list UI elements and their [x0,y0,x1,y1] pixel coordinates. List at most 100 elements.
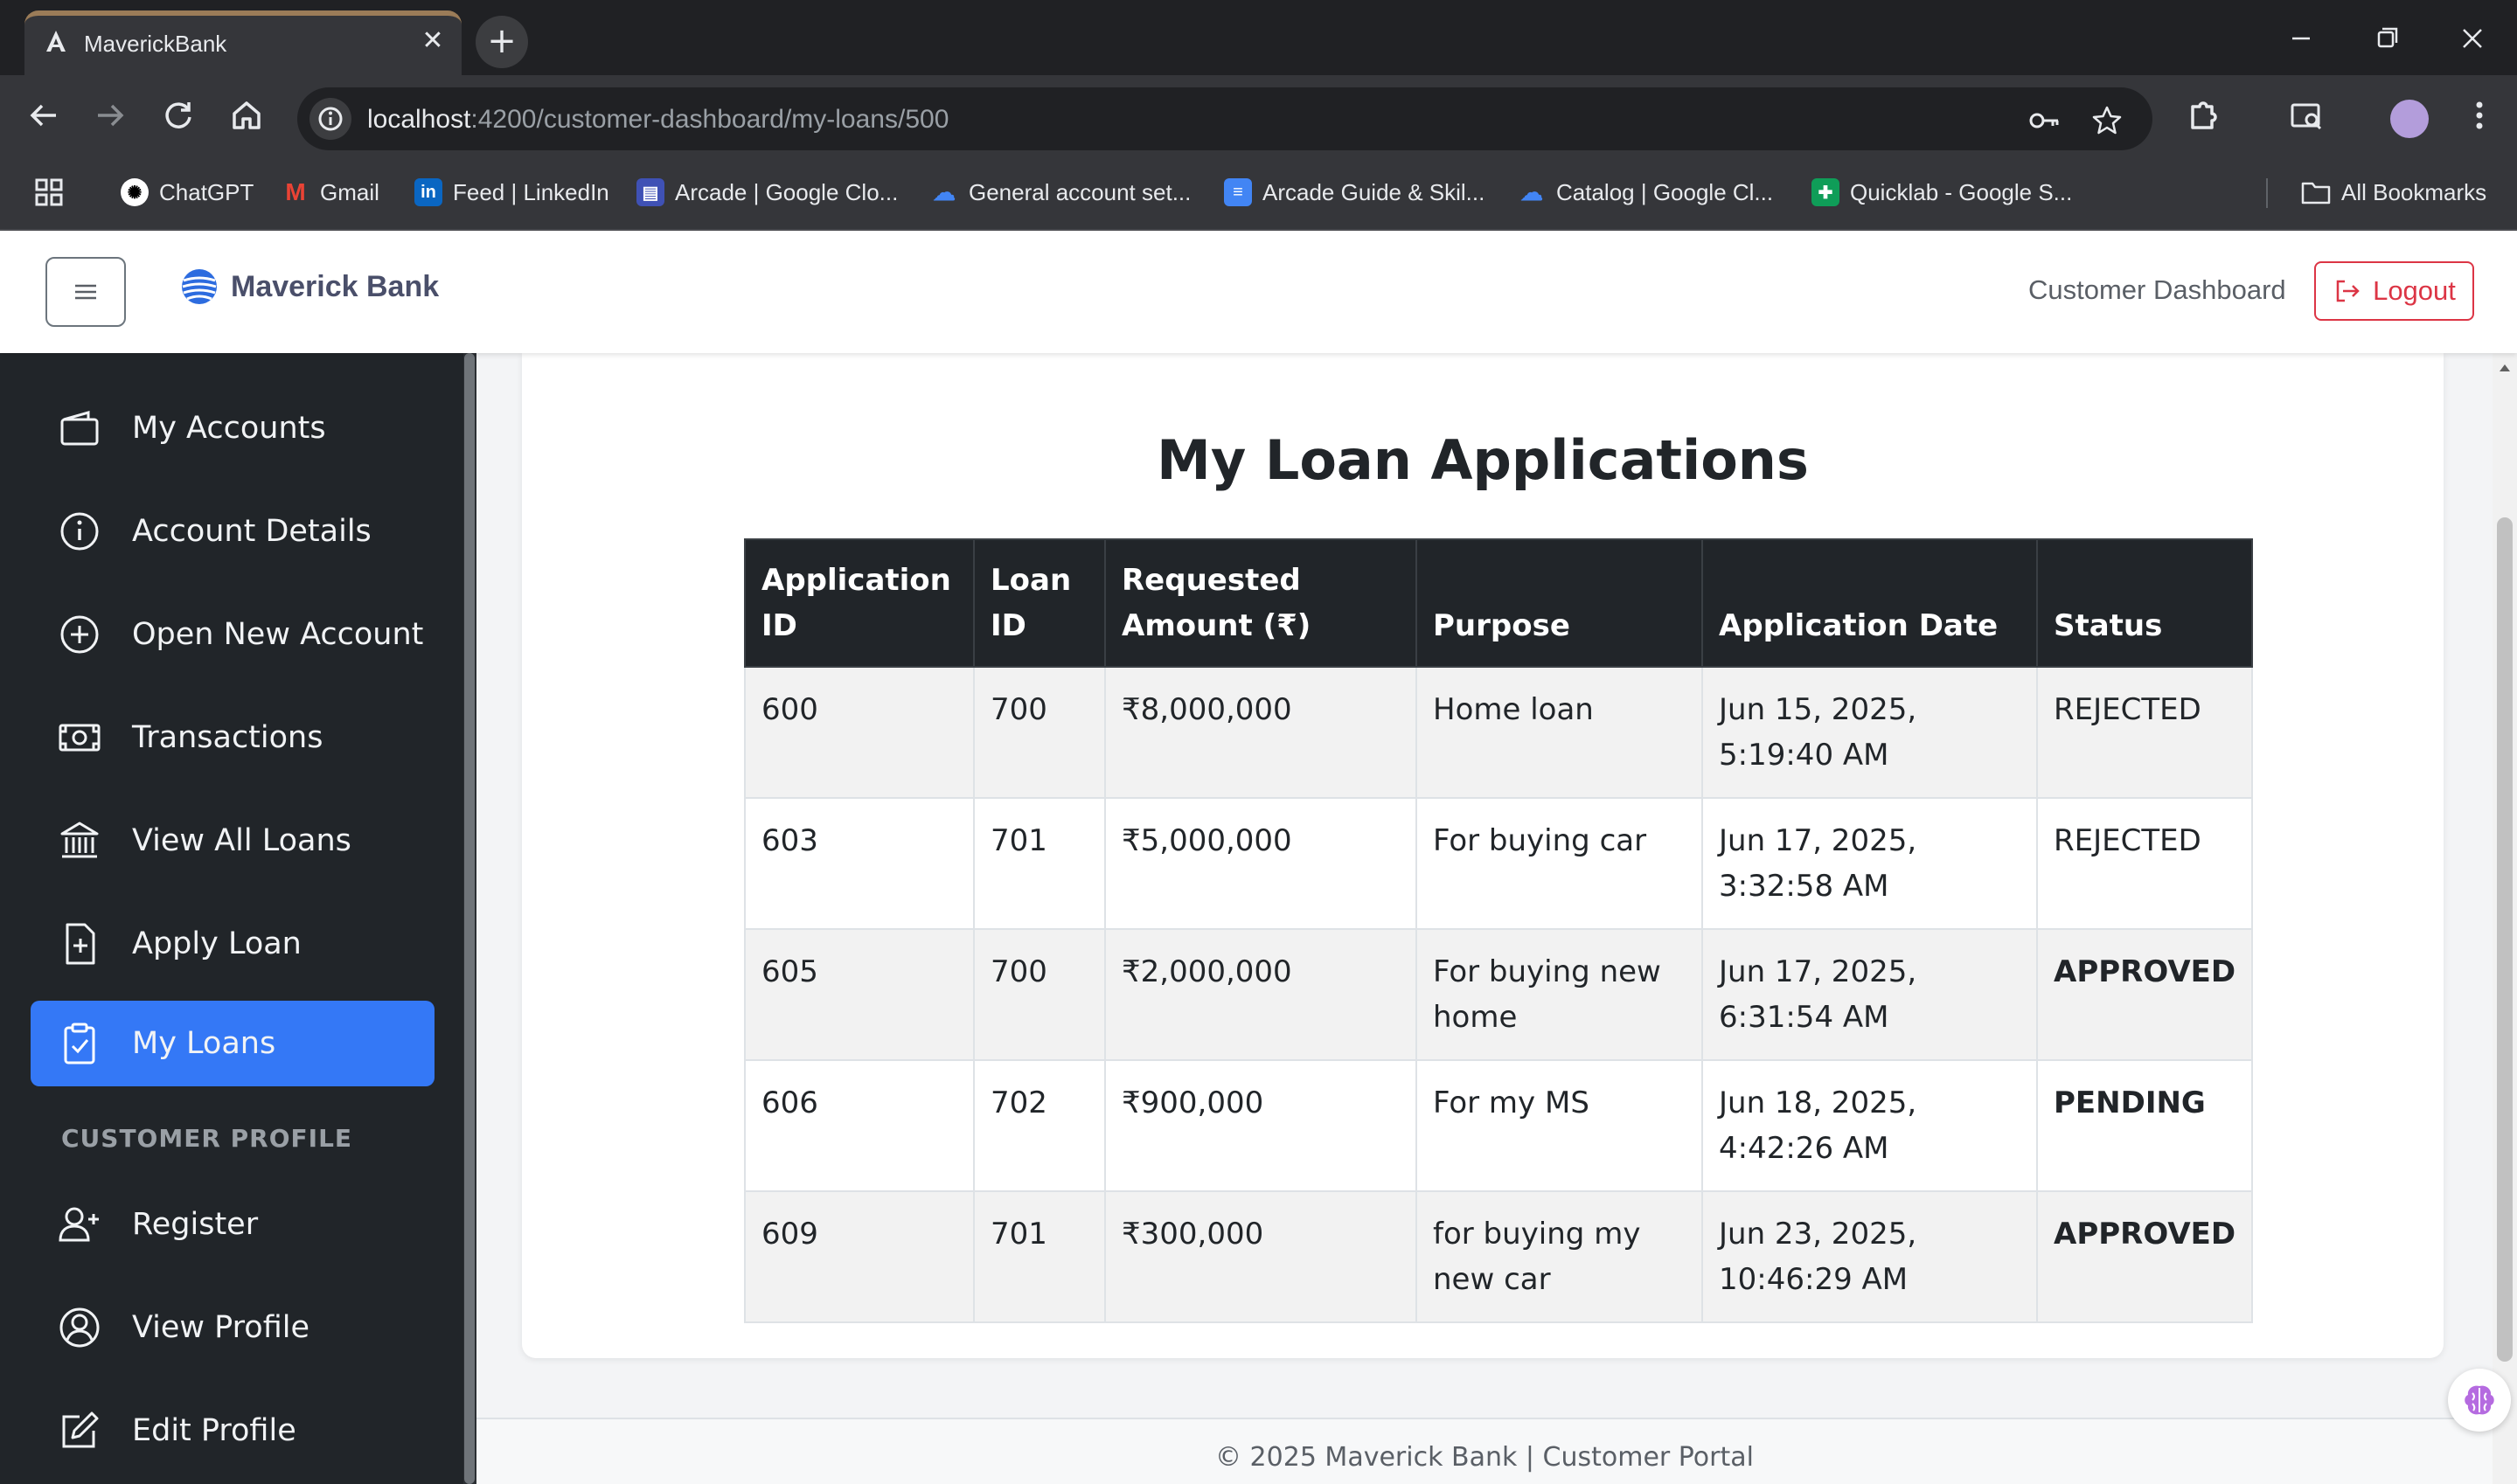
tab-title: MaverickBank [84,31,227,57]
sidebar-item-edit-profile[interactable]: Edit Profile [31,1388,435,1474]
logout-button[interactable]: Logout [2314,261,2474,321]
bookmark-quicklab[interactable]: ✚ Quicklab - Google S... [1811,175,2072,210]
footer: © 2025 Maverick Bank | Customer Portal [476,1418,2493,1484]
purpose-cell: for buying my new car [1415,1190,1703,1323]
bookmark-catalog[interactable]: ☁ Catalog | Google Cl... [1518,175,1773,210]
google-cloud-icon: ☁ [933,178,956,205]
browser-tab-bar: MaverickBank ✕ + [0,0,2517,75]
loans-card: My Loan Applications Application ID Loan… [522,353,2444,1358]
sidebar-item-label: My Loans [132,1026,276,1061]
brand-logo[interactable]: Maverick Bank [180,267,439,306]
bookmark-general-account[interactable]: ☁ General account set... [930,175,1191,210]
bookmark-linkedin[interactable]: in Feed | LinkedIn [414,175,609,210]
browser-tab[interactable]: MaverickBank ✕ [24,10,462,75]
loan-id-cell: 702 [973,1059,1106,1192]
amount-cell: ₹900,000 [1104,1059,1417,1192]
date-cell: Jun 15, 2025, 5:19:40 AM [1701,666,2038,799]
info-icon [60,512,99,551]
column-header: Purpose [1415,538,1703,668]
bank-icon [60,822,99,858]
table-header-row: Application ID Loan ID Requested Amount … [744,538,2254,668]
page-scrollbar-thumb[interactable] [2497,517,2513,1362]
google-cloud-icon: ☁ [1520,178,1543,205]
sidebar-item-label: Open New Account [132,617,424,652]
sidebar-item-view-all-loans[interactable]: View All Loans [31,798,435,884]
sidebar-item-account-details[interactable]: Account Details [31,489,435,574]
tab-close-icon[interactable]: ✕ [418,26,448,56]
sidebar-item-my-loans[interactable]: My Loans [31,1001,435,1086]
sidebar-item-open-new-account[interactable]: Open New Account [31,592,435,677]
application-id-cell: 600 [744,666,975,799]
person-add-icon [59,1207,99,1242]
back-icon[interactable] [23,94,65,136]
home-icon[interactable] [226,94,268,136]
customer-profile-heading: CUSTOMER PROFILE [61,1124,353,1153]
sidebar-toggle-button[interactable] [45,257,126,327]
edit-icon [62,1411,99,1448]
profile-avatar[interactable] [2390,100,2429,138]
logout-icon [2336,280,2360,302]
bookmark-star-icon[interactable] [2089,103,2124,138]
main-content: My Loan Applications Application ID Loan… [476,353,2493,1484]
bookmark-chatgpt[interactable]: ✺ ChatGPT [121,175,254,210]
cash-icon [59,724,101,752]
password-key-icon[interactable] [2027,103,2062,138]
browser-toolbar: localhost:4200/customer-dashboard/my-loa… [0,75,2517,156]
sidebar-scrollbar-thumb[interactable] [464,353,475,1484]
tab-search-icon[interactable] [2285,94,2327,136]
column-header: Application ID [744,538,975,668]
amount-cell: ₹2,000,000 [1104,928,1417,1061]
assistant-button[interactable] [2448,1369,2511,1432]
sidebar: My Accounts Account Details Open New Acc… [0,353,476,1484]
extensions-icon[interactable] [2182,94,2224,136]
logout-label: Logout [2373,275,2456,306]
menu-dots-icon[interactable] [2458,94,2500,136]
sidebar-item-label: Apply Loan [132,926,302,961]
bookmark-arcade[interactable]: ▤ Arcade | Google Clo... [636,175,898,210]
folder-icon [2301,182,2331,205]
table-row: 605 700 ₹2,000,000 For buying new home J… [744,928,2254,1061]
forward-icon[interactable] [89,94,131,136]
customer-dashboard-link[interactable]: Customer Dashboard [2028,274,2286,306]
purpose-cell: Home loan [1415,666,1703,799]
table-row: 600 700 ₹8,000,000 Home loan Jun 15, 202… [744,666,2254,799]
amount-cell: ₹5,000,000 [1104,797,1417,930]
bookmark-arcade-guide[interactable]: ≡ Arcade Guide & Skil... [1224,175,1484,210]
sidebar-item-label: Account Details [132,514,372,549]
angular-favicon-icon [46,31,66,52]
column-header: Application Date [1701,538,2038,668]
amount-cell: ₹300,000 [1104,1190,1417,1323]
sidebar-item-label: Transactions [132,720,323,755]
sidebar-item-view-profile[interactable]: View Profile [31,1285,435,1370]
app-header: Maverick Bank Customer Dashboard Logout [0,231,2517,353]
wallet-icon [60,411,99,446]
scroll-up-icon[interactable] [2497,360,2513,376]
clipboard-check-icon [64,1023,95,1064]
bookmark-gmail[interactable]: M Gmail [282,175,379,210]
minimize-icon[interactable] [2275,17,2327,59]
sidebar-item-label: Edit Profile [132,1413,296,1448]
address-bar[interactable]: localhost:4200/customer-dashboard/my-loa… [297,87,2152,150]
table-row: 603 701 ₹5,000,000 For buying car Jun 17… [744,797,2254,930]
file-plus-icon [66,923,95,965]
application-id-cell: 605 [744,928,975,1061]
loan-id-cell: 701 [973,797,1106,930]
new-tab-button[interactable]: + [476,16,528,68]
sidebar-item-register[interactable]: Register [31,1182,435,1267]
sidebar-item-apply-loan[interactable]: Apply Loan [31,901,435,987]
sidebar-item-my-accounts[interactable]: My Accounts [31,385,435,471]
status-badge: REJECTED [2035,666,2254,799]
application-id-cell: 606 [744,1059,975,1192]
status-badge: APPROVED [2035,1190,2254,1323]
all-bookmarks[interactable]: All Bookmarks [2301,175,2486,210]
sidebar-item-transactions[interactable]: Transactions [31,695,435,780]
page-title: My Loan Applications [1157,428,1809,492]
restore-icon[interactable] [2361,17,2413,59]
apps-grid-icon[interactable] [33,177,65,208]
window-close-icon[interactable] [2446,17,2499,59]
status-badge: PENDING [2035,1059,2254,1192]
sheets-icon: ✚ [1811,178,1839,206]
site-info-icon[interactable] [309,98,351,140]
reload-icon[interactable] [157,94,199,136]
column-header: Loan ID [973,538,1106,668]
